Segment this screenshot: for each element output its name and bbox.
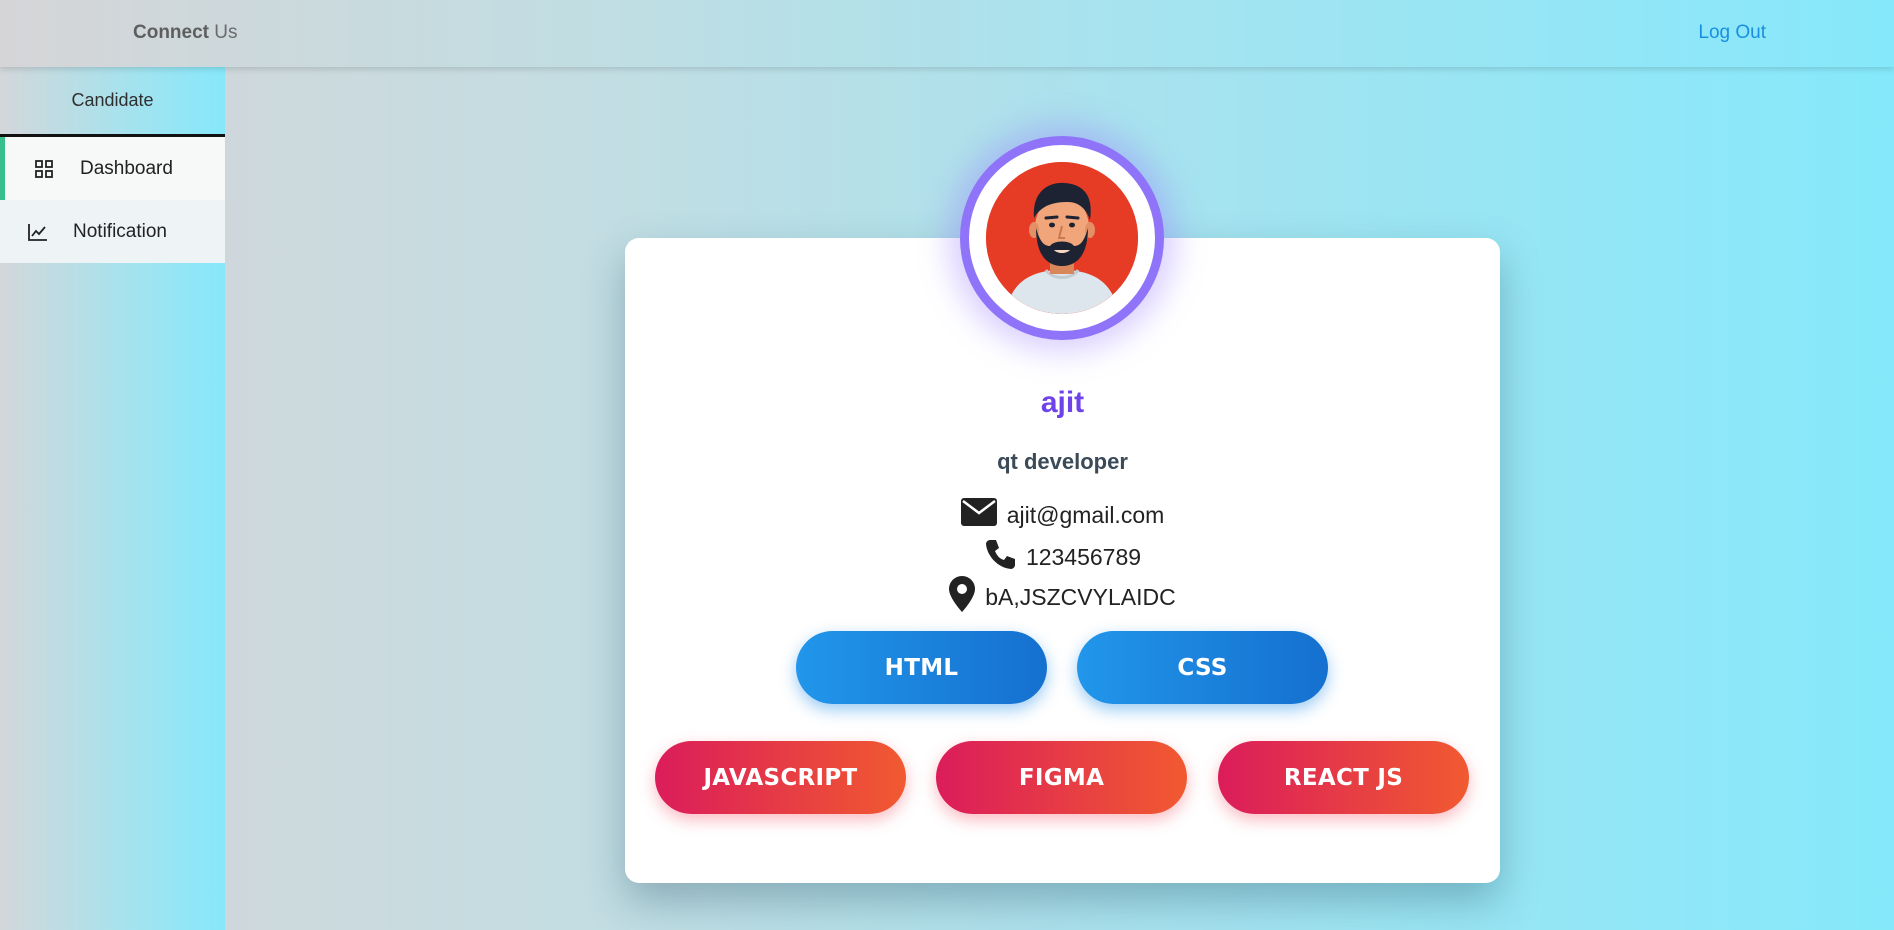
- phone-text: 123456789: [1025, 543, 1142, 570]
- envelope-icon: [960, 498, 997, 532]
- skill-javascript-button[interactable]: JAVASCRIPT: [655, 741, 906, 814]
- grid-icon: [33, 158, 55, 180]
- phone-icon: [984, 538, 1016, 576]
- line-chart-icon: [27, 221, 49, 243]
- profile-role: qt developer: [997, 449, 1128, 474]
- sidebar-item-dashboard[interactable]: Dashboard: [0, 137, 225, 200]
- sidebar: Candidate Dashboard Notification: [0, 67, 225, 930]
- sidebar-title: Candidate: [0, 67, 225, 137]
- location-text: bA,JSZCVYLAIDC: [985, 583, 1176, 610]
- profile-name: ajit: [1040, 386, 1085, 419]
- skill-html-button[interactable]: HTML: [796, 631, 1047, 704]
- skill-react-js-button[interactable]: REACT JS: [1218, 741, 1469, 814]
- phone-row: 123456789: [625, 538, 1500, 576]
- skill-figma-button[interactable]: FIGMA: [936, 741, 1187, 814]
- map-pin-icon: [949, 576, 976, 618]
- logout-link[interactable]: Log Out: [1698, 22, 1766, 44]
- email-row: ajit@gmail.com: [625, 498, 1500, 532]
- skill-css-button[interactable]: CSS: [1077, 631, 1328, 704]
- location-row: bA,JSZCVYLAIDC: [625, 576, 1500, 618]
- brand-bold-text: Connect: [133, 22, 209, 43]
- brand-rest-text: Us: [209, 22, 238, 43]
- man-avatar-icon: [986, 162, 1138, 314]
- sidebar-item-notification[interactable]: Notification: [0, 200, 225, 263]
- email-text: ajit@gmail.com: [1006, 501, 1165, 528]
- top-navbar: Connect Us Log Out: [0, 0, 1894, 67]
- sidebar-item-label: Dashboard: [80, 157, 173, 179]
- avatar: [960, 136, 1164, 340]
- brand-logo[interactable]: Connect Us: [133, 22, 238, 44]
- sidebar-item-label: Notification: [73, 220, 167, 242]
